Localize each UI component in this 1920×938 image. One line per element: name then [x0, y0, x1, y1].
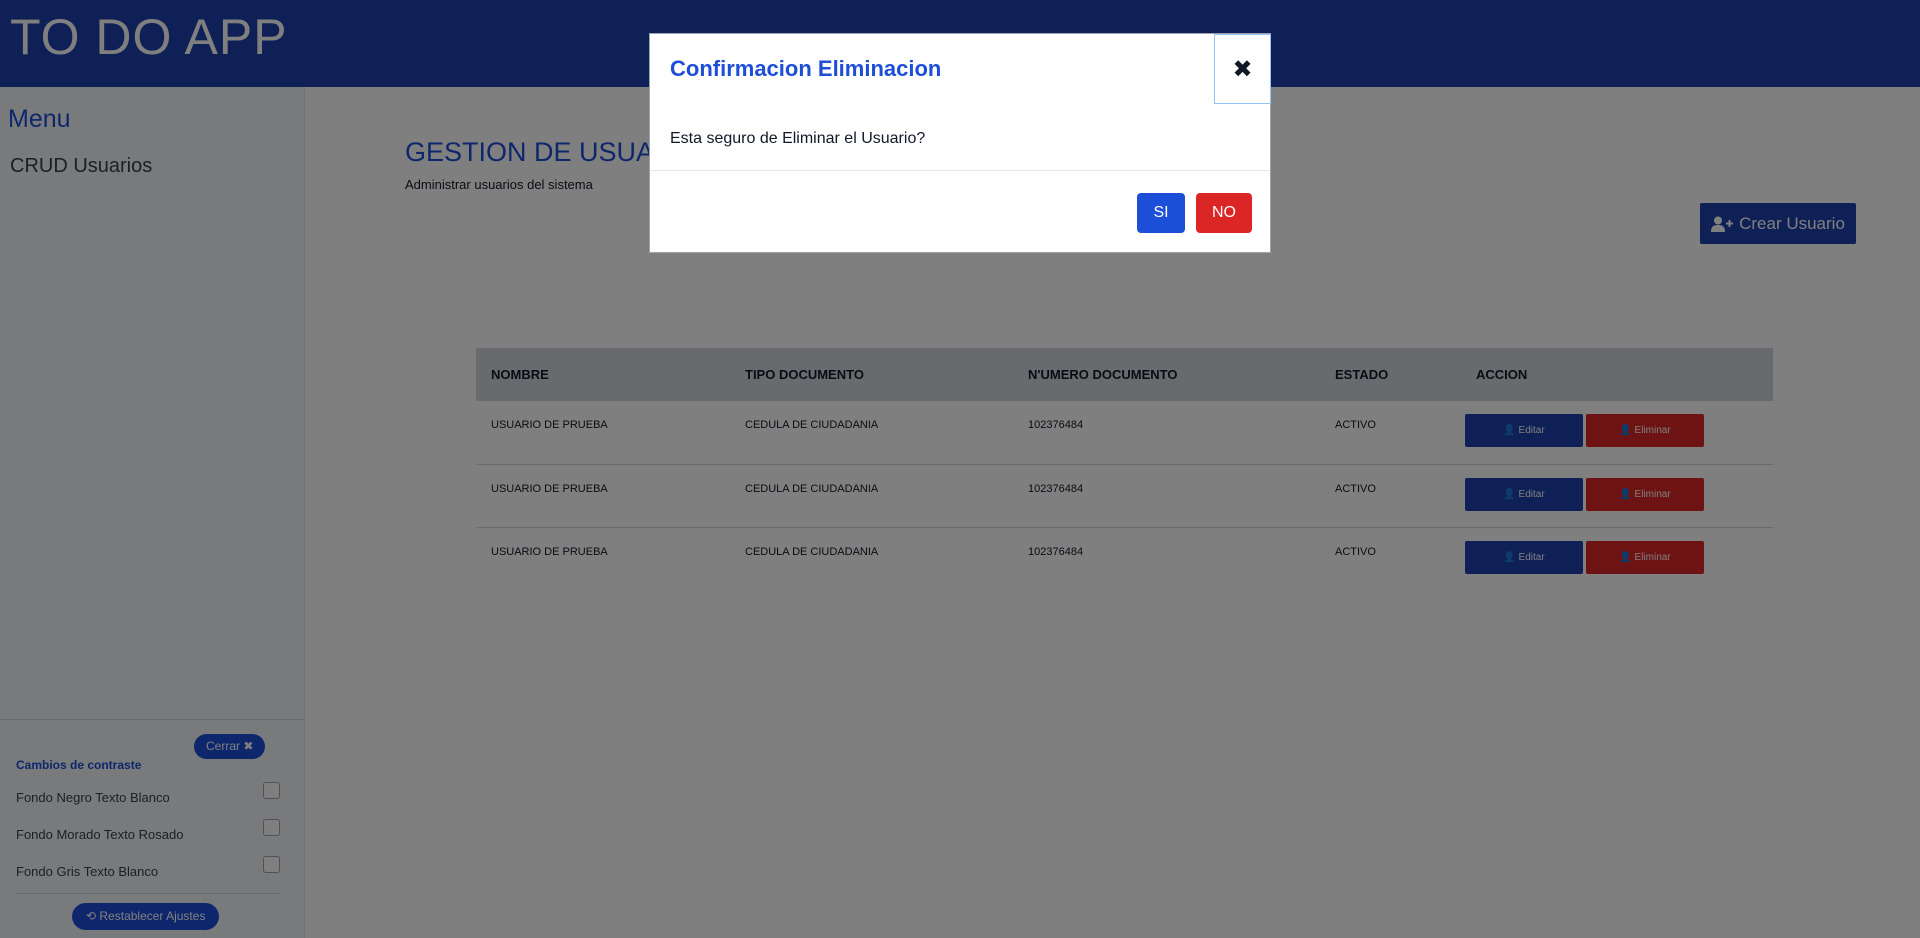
confirm-yes-button[interactable]: SI — [1137, 193, 1185, 233]
modal-title: Confirmacion Eliminacion — [670, 56, 942, 81]
modal-divider — [650, 170, 1270, 171]
modal-message: Esta seguro de Eliminar el Usuario? — [670, 130, 926, 147]
delete-confirmation-modal: Confirmacion Eliminacion ✖ Esta seguro d… — [649, 33, 1271, 253]
close-icon[interactable]: ✖ — [1214, 34, 1271, 104]
confirm-no-button[interactable]: NO — [1196, 193, 1252, 233]
